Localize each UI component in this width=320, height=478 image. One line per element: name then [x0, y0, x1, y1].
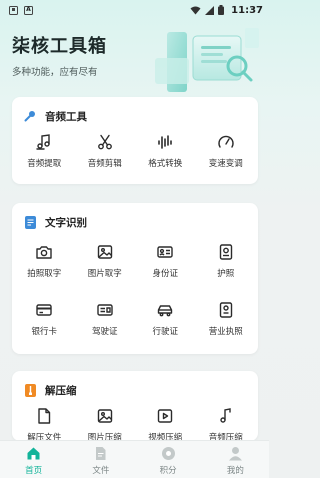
- music-file-icon: [220, 408, 231, 423]
- camera-icon: [36, 246, 52, 259]
- image-icon: [97, 245, 112, 259]
- music-note-extract-icon: [36, 134, 50, 150]
- zip-file-icon: [23, 383, 37, 397]
- status-time: 11:37: [231, 4, 263, 16]
- tool-passport[interactable]: 护照: [196, 231, 257, 289]
- tool-id-card[interactable]: 身份证: [135, 231, 196, 289]
- tool-unzip-file[interactable]: 解压文件: [14, 399, 75, 441]
- app-a-icon: A: [24, 5, 33, 15]
- audio-tools-card: 音频工具 音频提取 音频剪辑 格式转换 变速变调: [12, 97, 258, 184]
- tool-image-compress[interactable]: 图片压缩: [75, 399, 136, 441]
- nav-home[interactable]: 首页: [0, 441, 67, 478]
- tool-audio-extract[interactable]: 音频提取: [14, 125, 75, 171]
- speedometer-icon: [218, 135, 234, 148]
- nav-files[interactable]: 文件: [67, 441, 134, 478]
- app-title: 柒核工具箱: [12, 36, 107, 57]
- decompress-title: 解压缩: [45, 384, 77, 397]
- tool-driver-license[interactable]: 驾驶证: [75, 289, 136, 347]
- tool-image-ocr[interactable]: 图片取字: [75, 231, 136, 289]
- home-icon: [27, 447, 40, 460]
- tool-bank-card[interactable]: 银行卡: [14, 289, 75, 347]
- app-subtitle: 多种功能，应有尽有: [12, 67, 98, 78]
- hero-illustration: [155, 28, 259, 92]
- tool-speed-pitch[interactable]: 变速变调: [196, 125, 257, 171]
- points-icon: [161, 447, 175, 460]
- battery-icon: [218, 5, 225, 15]
- tool-audio-compress[interactable]: 音频压缩: [196, 399, 257, 441]
- car-icon: [158, 305, 173, 317]
- microphone-icon: [23, 109, 37, 123]
- text-recognition-title: 文字识别: [45, 216, 87, 229]
- bank-card-icon: [36, 304, 52, 316]
- wifi-icon: [190, 6, 201, 14]
- scissors-icon: [97, 134, 112, 150]
- bottom-nav: 首页 文件 积分 我的: [0, 440, 269, 478]
- tool-photo-ocr[interactable]: 拍照取字: [14, 231, 75, 289]
- id-card-icon: [157, 246, 173, 258]
- tool-business-license[interactable]: 营业执照: [196, 289, 257, 347]
- video-icon: [158, 409, 173, 423]
- nav-profile[interactable]: 我的: [202, 441, 269, 478]
- tool-audio-clip[interactable]: 音频剪辑: [75, 125, 136, 171]
- waveform-icon: [158, 135, 173, 149]
- notification-box-icon: [9, 5, 18, 15]
- file-nav-icon: [96, 447, 106, 460]
- status-bar: A 11:37: [0, 0, 269, 20]
- nav-points[interactable]: 积分: [135, 441, 202, 478]
- cellular-signal-icon: [205, 5, 215, 15]
- driver-license-icon: [97, 304, 113, 316]
- passport-icon: [219, 244, 232, 260]
- tool-vehicle-license[interactable]: 行驶证: [135, 289, 196, 347]
- profile-icon: [228, 447, 242, 461]
- image-compress-icon: [97, 409, 112, 423]
- tool-format-convert[interactable]: 格式转换: [135, 125, 196, 171]
- tool-video-compress[interactable]: 视频压缩: [135, 399, 196, 441]
- decompress-card: 解压缩 解压文件 图片压缩 视频压缩 音频压缩: [12, 371, 258, 441]
- text-recognition-card: 文字识别 拍照取字 图片取字 身份证 护照 银行卡 驾驶证 行驶证 营业执照: [12, 203, 258, 354]
- audio-tools-title: 音频工具: [45, 110, 87, 123]
- header: 柒核工具箱 多种功能，应有尽有: [12, 32, 107, 78]
- document-text-icon: [23, 215, 37, 229]
- file-icon: [38, 408, 51, 424]
- business-license-icon: [219, 302, 232, 318]
